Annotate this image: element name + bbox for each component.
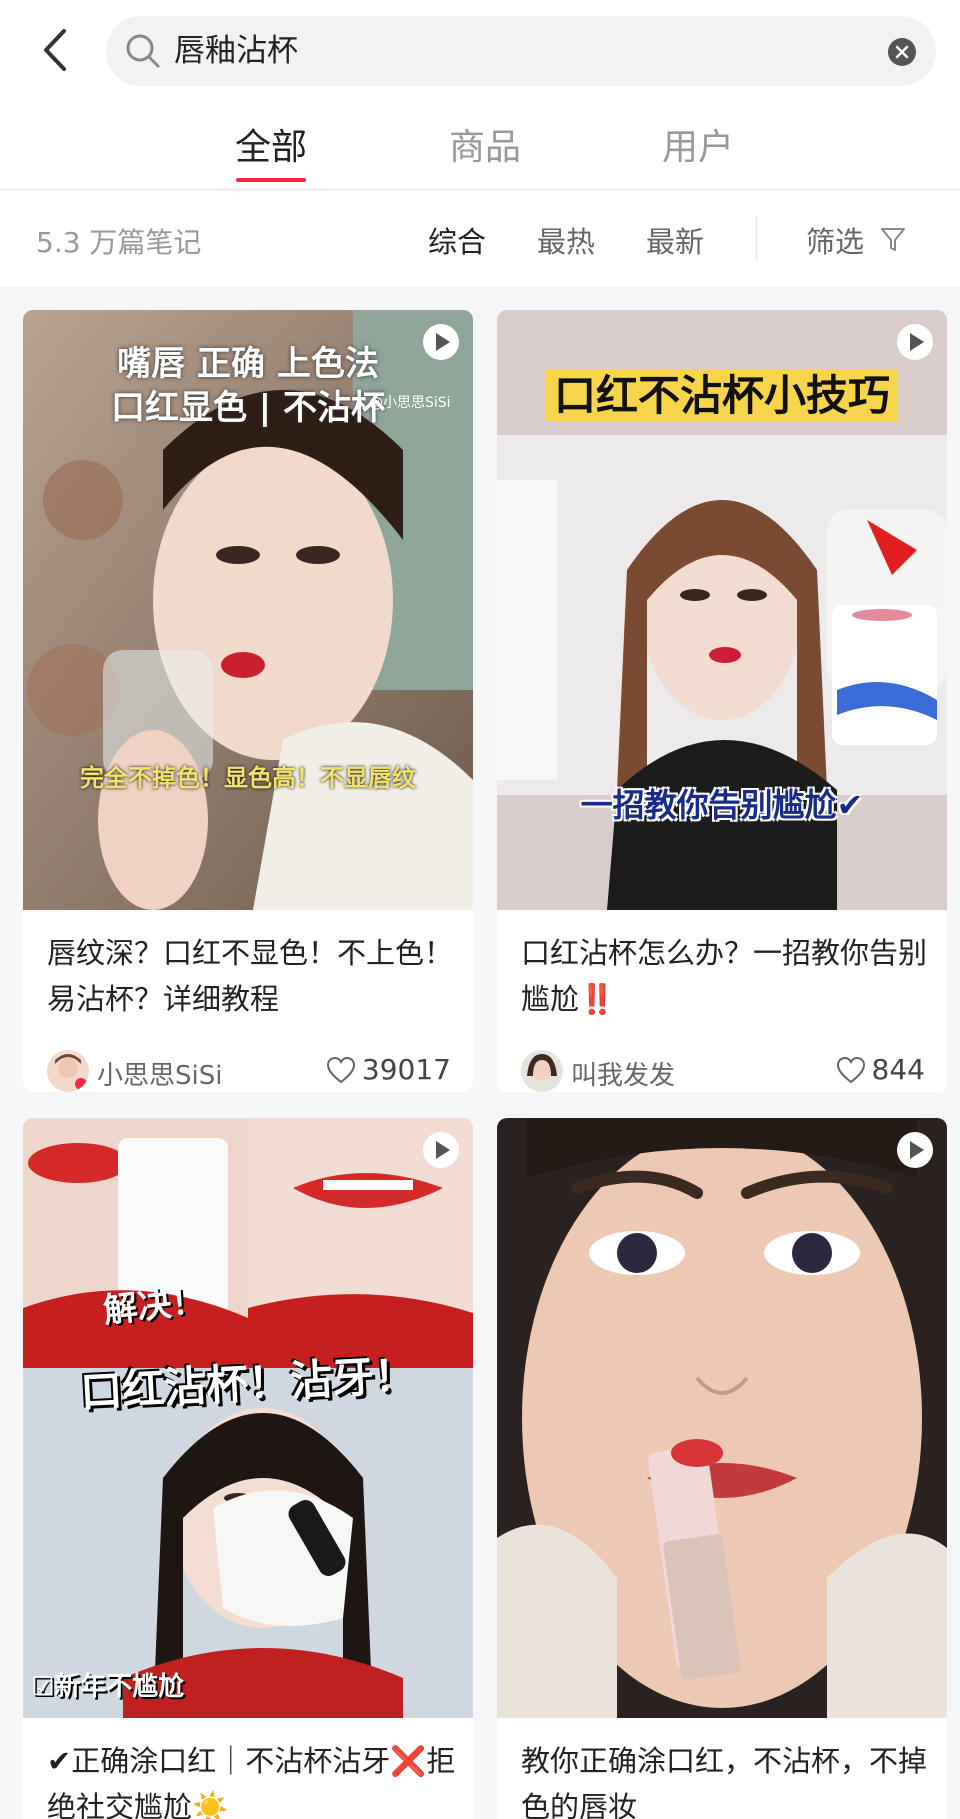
tab-bar: 全部 商品 用户: [0, 100, 960, 190]
note-cover-image: 口红不沾杯小技巧 一招教你告别尴尬✔: [497, 310, 947, 910]
avatar[interactable]: [47, 1050, 89, 1092]
search-icon: [126, 34, 160, 68]
sort-hottest[interactable]: 最热: [537, 219, 595, 261]
note-cover-image: 解决！ 口红沾杯！沾牙！ ☑新年不尴尬: [23, 1118, 473, 1718]
heart-icon: [326, 1056, 355, 1083]
heart-icon: [836, 1056, 865, 1083]
like-button[interactable]: 844: [836, 1053, 925, 1086]
cover-watermark: @小思思SiSi: [369, 395, 451, 411]
like-button[interactable]: 39017: [326, 1053, 451, 1086]
divider: [756, 215, 757, 261]
search-query: 唇釉沾杯: [174, 33, 298, 69]
search-input[interactable]: 唇釉沾杯: [106, 16, 936, 86]
cover-caption: 完全不掉色！显色高！不显唇纹: [80, 764, 416, 792]
note-card[interactable]: 口红不沾杯小技巧 一招教你告别尴尬✔ 口红沾杯怎么办？一招教你告别尴尬‼️ 叫我…: [497, 310, 947, 1092]
note-card[interactable]: 教你正确涂口红，不沾杯，不掉色的唇妆: [497, 1118, 947, 1819]
note-cover-image: 嘴唇 正确 上色法 口红显色 | 不沾杯 @小思思SiSi 完全不掉色！显色高！…: [23, 310, 473, 910]
note-title: 口红沾杯怎么办？一招教你告别尴尬‼️: [521, 936, 928, 1016]
cover-headline: 嘴唇 正确 上色法: [117, 344, 379, 384]
notes-count: 5.3 万篇笔记: [36, 226, 202, 259]
filter-bar: 5.3 万篇笔记 综合 最热 最新 筛选: [0, 191, 960, 287]
cover-headline: 口红不沾杯小技巧: [545, 369, 898, 422]
cover-caption: ☑新年不尴尬: [31, 1672, 185, 1702]
play-icon: [897, 1132, 933, 1168]
tab-users[interactable]: 用户: [628, 118, 768, 170]
note-title: 唇纹深？口红不显色！不上色！易沾杯？详细教程: [47, 936, 454, 1016]
tab-products[interactable]: 商品: [415, 118, 555, 170]
active-tab-indicator: [236, 178, 306, 182]
like-count: 39017: [361, 1053, 451, 1086]
play-icon: [423, 324, 459, 360]
note-card[interactable]: 嘴唇 正确 上色法 口红显色 | 不沾杯 @小思思SiSi 完全不掉色！显色高！…: [23, 310, 473, 1092]
note-card[interactable]: 解决！ 口红沾杯！沾牙！ ☑新年不尴尬 ✔正确涂口红｜不沾杯沾牙❌拒绝社交尴尬☀…: [23, 1118, 473, 1819]
play-icon: [423, 1132, 459, 1168]
note-title: ✔正确涂口红｜不沾杯沾牙❌拒绝社交尴尬☀️: [47, 1744, 456, 1819]
note-title: 教你正确涂口红，不沾杯，不掉色的唇妆: [521, 1744, 928, 1819]
top-bar: 唇釉沾杯: [0, 0, 960, 100]
note-cover-image: [497, 1118, 947, 1718]
cover-caption: 一招教你告别尴尬✔: [580, 786, 864, 824]
filter-label: 筛选: [806, 225, 865, 259]
author-name[interactable]: 小思思SiSi: [97, 1055, 222, 1092]
like-count: 844: [871, 1053, 925, 1086]
sort-comprehensive[interactable]: 综合: [428, 219, 486, 261]
chevron-left-icon: [44, 29, 66, 71]
funnel-icon: [881, 228, 906, 251]
avatar[interactable]: [521, 1050, 563, 1092]
filter-button[interactable]: 筛选: [806, 219, 906, 261]
author-name[interactable]: 叫我发发: [571, 1055, 675, 1092]
tab-all[interactable]: 全部: [201, 118, 341, 170]
clear-icon[interactable]: [888, 38, 916, 66]
back-button[interactable]: [30, 22, 80, 78]
play-icon: [897, 324, 933, 360]
sort-newest[interactable]: 最新: [646, 219, 704, 261]
